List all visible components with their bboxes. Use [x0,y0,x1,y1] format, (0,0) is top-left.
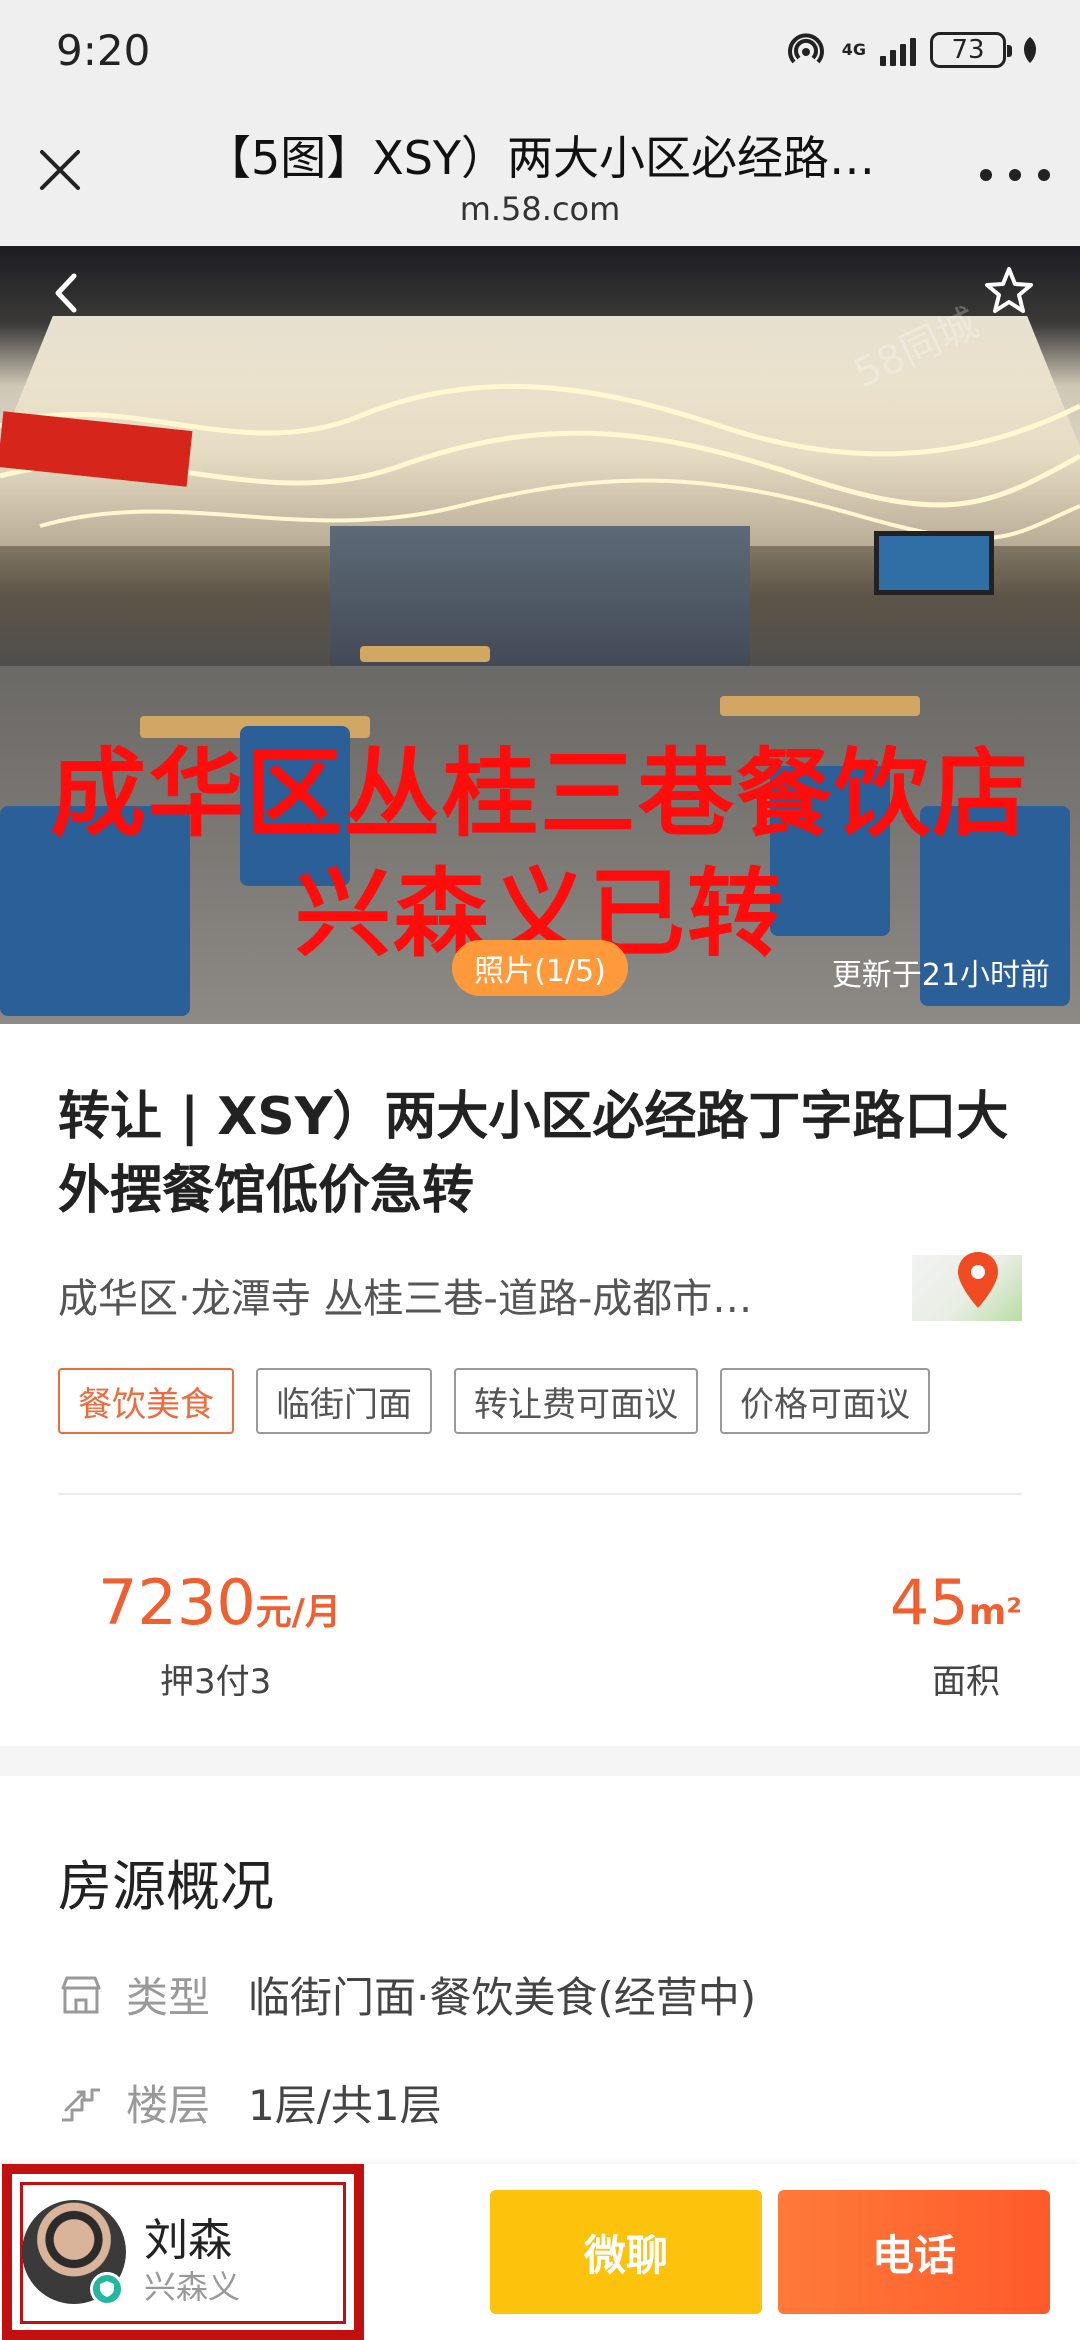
shield-icon [100,2281,114,2297]
battery-level: 73 [951,35,985,65]
tag: 价格可面议 [720,1368,930,1434]
page-title: 【5图】XSY）两大小区必经路… [204,131,876,185]
photo-overlay-line1: 成华区丛桂三巷餐饮店 [50,738,1030,850]
status-time: 9:20 [56,26,151,75]
photo-table [360,646,490,662]
divider [58,1493,1022,1495]
agent-company: 兴森义 [144,2268,241,2306]
photo-counter: 照片(1/5) [452,940,628,996]
photo-carousel[interactable]: 58同城 成华区丛桂三巷餐饮店 兴森义已转 照片(1/5) 更新于21小时前 [0,246,1080,1024]
section-gap [0,1746,1080,1776]
listing-address[interactable]: 成华区·龙潭寺 丛桂三巷-道路-成都市… [58,1266,858,1324]
chat-button[interactable]: 微聊 [490,2190,762,2314]
tag: 转让费可面议 [454,1368,698,1434]
photo-updated-time: 更新于21小时前 [831,958,1050,993]
area-value-row: 45m² [890,1568,1022,1648]
price-stat: 7230元/月 押3付3 [98,1568,341,1703]
more-menu-icon[interactable] [980,160,1050,190]
call-button[interactable]: 电话 [778,2190,1050,2314]
area-stat: 45m² 面积 [890,1568,1022,1703]
area-value: 45 [889,1566,969,1639]
info-row-floor: 楼层 1层/共1层 [58,2072,442,2133]
overview-title: 房源概况 [58,1855,274,1918]
storefront-icon [61,1976,101,2013]
close-icon[interactable] [30,140,90,200]
agent-name: 刘森 [144,2215,232,2266]
type-value: 临街门面·餐饮美食(经营中) [248,1973,757,2022]
price-value-row: 7230元/月 [98,1568,341,1648]
battery-icon: 73 [930,32,1012,68]
price-unit: 元/月 [255,1592,341,1633]
photo-storefront [330,526,750,686]
photo-tv [874,531,994,595]
favorite-star-icon[interactable] [982,264,1036,318]
listing-tags: 餐饮美食 临街门面 转让费可面议 价格可面议 [58,1368,930,1434]
floor-key: 楼层 [126,2081,211,2130]
area-unit: m² [968,1592,1022,1633]
map-pin-icon[interactable] [954,1250,1002,1312]
signal-icon [880,34,916,66]
status-icons: 4G 73 [784,30,1040,70]
browser-header: 【5图】XSY）两大小区必经路… m.58.com [0,100,1080,246]
tag: 餐饮美食 [58,1368,234,1434]
leaf-icon [1024,37,1036,63]
bottom-action-bar: 刘森 兴森义 微聊 电话 [0,2164,1080,2340]
listing-title: 转让 | XSY）两大小区必经路丁字路口大外摆餐馆低价急转 [58,1087,1009,1221]
info-row-type: 类型 临街门面·餐饮美食(经营中) [58,1964,756,2025]
tag: 临街门面 [256,1368,432,1434]
type-key: 类型 [126,1973,211,2022]
photo-table [720,696,920,716]
stairs-icon [62,2088,100,2121]
back-arrow-icon[interactable] [46,268,86,318]
hotspot-icon [787,33,824,64]
page-domain: m.58.com [459,190,621,228]
payment-terms: 押3付3 [160,1662,272,1702]
verified-badge-icon [90,2272,124,2306]
area-label: 面积 [932,1662,1000,1702]
status-bar: 9:20 4G 73 [0,0,1080,100]
network-type: 4G [841,40,866,59]
price-value: 7230 [98,1566,256,1639]
floor-value: 1层/共1层 [248,2081,442,2130]
